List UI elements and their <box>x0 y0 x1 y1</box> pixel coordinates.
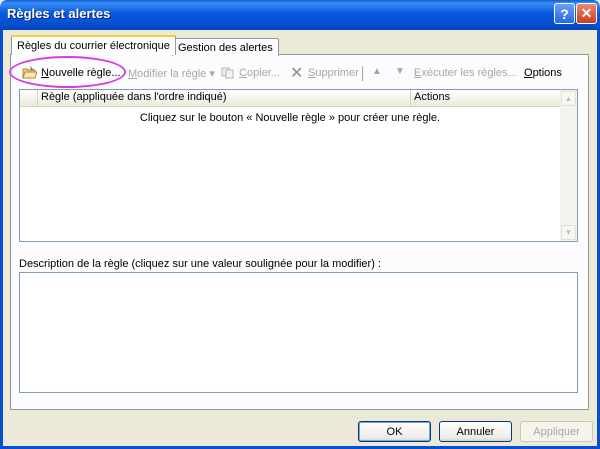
options-button[interactable]: Options <box>524 67 562 79</box>
options-mnemonic: O <box>524 67 533 79</box>
copy-mnemonic: C <box>239 67 247 79</box>
copy-icon <box>221 67 234 79</box>
modify-rule-label: odifier la règle ▾ <box>137 68 215 80</box>
checkbox-column-header[interactable] <box>20 90 38 106</box>
highlight-circle <box>9 56 126 88</box>
rules-list[interactable]: Règle (appliquée dans l'ordre indiqué) A… <box>19 89 578 242</box>
rule-description-box[interactable] <box>19 272 578 393</box>
help-icon: ? <box>560 5 569 22</box>
ok-button[interactable]: OK <box>358 421 431 442</box>
cancel-button[interactable]: Annuler <box>439 421 512 442</box>
help-button[interactable]: ? <box>554 3 575 24</box>
empty-list-message: Cliquez sur le bouton « Nouvelle règle »… <box>139 112 441 124</box>
rule-description-label: Description de la règle (cliquez sur une… <box>19 258 381 270</box>
rule-column-header[interactable]: Règle (appliquée dans l'ordre indiqué) <box>38 90 411 106</box>
window-border-left <box>0 30 3 449</box>
move-up-icon[interactable]: ▲ <box>372 66 382 77</box>
modify-rule-button[interactable]: Modifier la règle ▾ <box>128 67 215 80</box>
rules-and-alerts-dialog: Règles et alertes ? ✕ Règles du courrier… <box>0 0 600 449</box>
scroll-up-icon[interactable]: ▲ <box>561 91 576 106</box>
move-down-icon[interactable]: ▼ <box>395 66 405 77</box>
delete-label: upprimer <box>315 67 359 79</box>
list-header: Règle (appliquée dans l'ordre indiqué) A… <box>20 90 560 107</box>
options-label: ptions <box>532 67 562 79</box>
actions-column-header[interactable]: Actions <box>411 90 560 106</box>
toolbar-separator <box>362 66 363 81</box>
apply-button[interactable]: Appliquer <box>520 421 593 442</box>
title-bar[interactable]: Règles et alertes ? ✕ <box>0 0 600 30</box>
delete-icon: ✕ <box>290 65 304 82</box>
scroll-down-icon[interactable]: ▼ <box>561 225 576 240</box>
run-rules-button[interactable]: Exécuter les règles... <box>414 67 517 79</box>
tab-email-rules[interactable]: Règles du courrier électronique <box>11 35 176 55</box>
delete-button[interactable]: Supprimer <box>308 67 359 79</box>
close-icon: ✕ <box>580 5 593 21</box>
vertical-scrollbar[interactable]: ▲ ▼ <box>560 90 577 241</box>
copy-button[interactable]: Copier... <box>239 67 280 79</box>
window-title: Règles et alertes <box>7 6 111 21</box>
copy-label: opier... <box>246 67 280 79</box>
close-button[interactable]: ✕ <box>576 3 597 24</box>
modify-rule-mnemonic: M <box>128 68 138 80</box>
tab-manage-alerts[interactable]: Gestion des alertes <box>172 38 279 56</box>
run-rules-label: xécuter les règles... <box>421 67 517 79</box>
